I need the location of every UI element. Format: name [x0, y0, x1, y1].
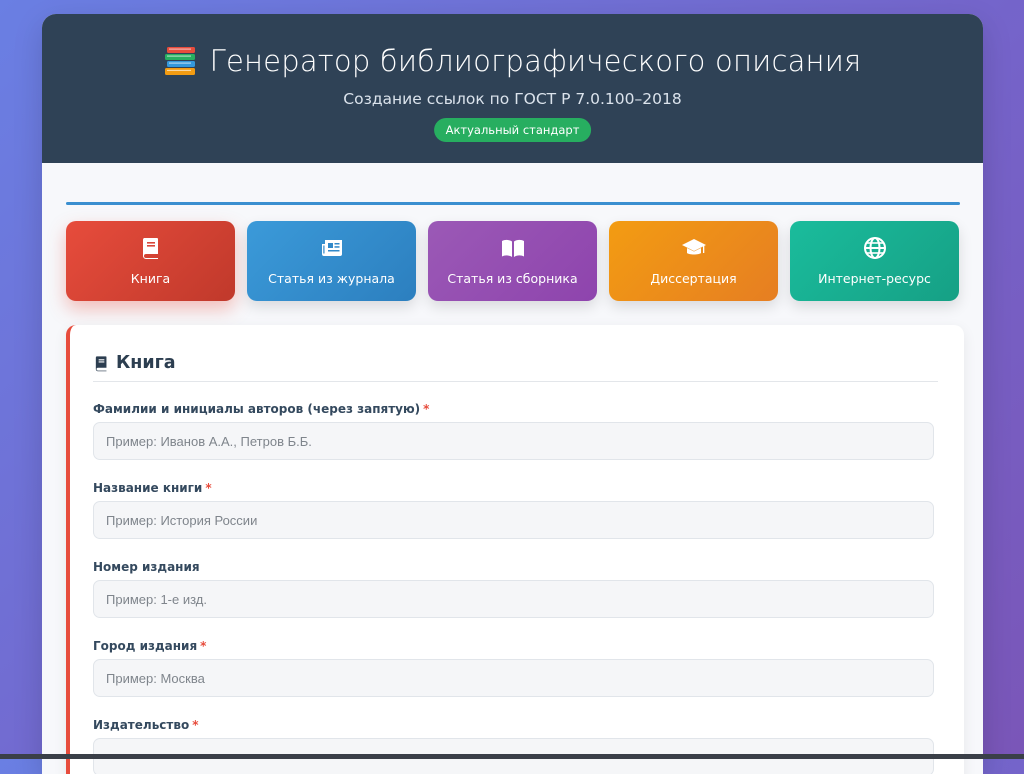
header: Генератор библиографического описания Со… [42, 14, 983, 163]
type-label-book: Книга [130, 271, 171, 286]
type-button-book[interactable]: Книга [66, 221, 235, 301]
source-type-selector: Книга Статья из журнала Статья из сборни… [66, 221, 959, 301]
required-marker: * [200, 639, 207, 653]
books-icon [164, 47, 195, 75]
authors-label-text: Фамилии и инициалы авторов (через запяту… [93, 402, 421, 416]
required-marker: * [205, 481, 212, 495]
title-row: Генератор библиографического описания [42, 44, 983, 78]
edition-input[interactable] [93, 580, 934, 618]
main-card: Генератор библиографического описания Со… [42, 14, 983, 774]
newspaper-icon [321, 240, 342, 256]
section-divider [66, 202, 960, 205]
publisher-label-text: Издательство [93, 718, 190, 732]
type-button-collection-article[interactable]: Статья из сборника [428, 221, 597, 301]
city-label: Город издания * [93, 639, 206, 653]
required-marker: * [423, 402, 430, 416]
type-button-dissertation[interactable]: Диссертация [609, 221, 778, 301]
type-button-internet-resource[interactable]: Интернет-ресурс [790, 221, 959, 301]
book-title-input[interactable] [93, 501, 934, 539]
form-title-rule [93, 381, 938, 382]
city-label-text: Город издания [93, 639, 198, 653]
form-title-text: Книга [116, 353, 176, 373]
page-subtitle: Создание ссылок по ГОСТ Р 7.0.100–2018 [343, 90, 682, 108]
type-label-dissertation: Диссертация [650, 271, 737, 286]
form-title: Книга [93, 353, 176, 373]
required-marker: * [192, 718, 199, 732]
open-book-icon [501, 239, 524, 257]
edition-label: Номер издания [93, 560, 203, 574]
title-label-text: Название книги [93, 481, 203, 495]
standard-badge: Актуальный стандарт [433, 118, 592, 142]
book-icon [142, 238, 158, 259]
type-button-journal-article[interactable]: Статья из журнала [247, 221, 416, 301]
authors-label: Фамилии и инициалы авторов (через запяту… [93, 402, 429, 416]
authors-input[interactable] [93, 422, 934, 460]
book-form: Книга Фамилии и инициалы авторов (через … [66, 325, 964, 774]
globe-icon [863, 237, 886, 259]
taskbar-strip [0, 754, 1024, 759]
book-icon [95, 355, 107, 371]
type-label-internet-resource: Интернет-ресурс [818, 271, 931, 286]
type-label-collection-article: Статья из сборника [447, 271, 578, 286]
title-label: Название книги * [93, 481, 212, 495]
type-label-journal-article: Статья из журнала [268, 271, 395, 286]
city-input[interactable] [93, 659, 934, 697]
page-title: Генератор библиографического описания [209, 44, 862, 78]
edition-label-text: Номер издания [93, 560, 200, 574]
graduation-cap-icon [681, 239, 706, 255]
publisher-label: Издательство * [93, 718, 198, 732]
